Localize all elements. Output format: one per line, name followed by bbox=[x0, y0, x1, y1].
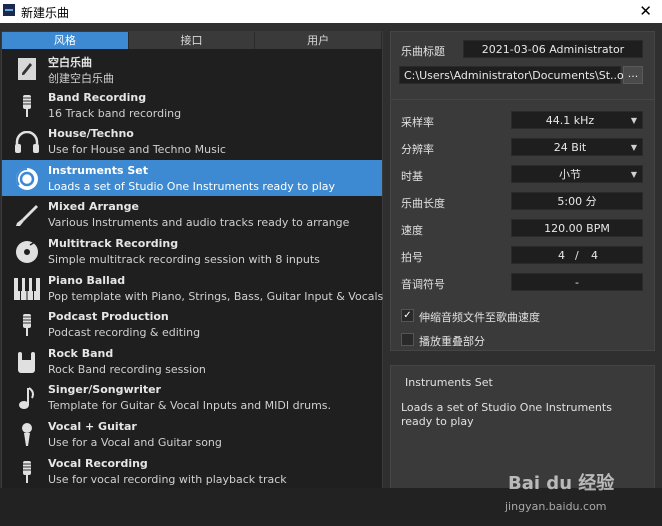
new-song-dialog: 风格 接口 用户 空白乐曲 创建空白乐曲 Band Recording 16 T… bbox=[0, 23, 662, 526]
template-name: Vocal Recording bbox=[48, 456, 148, 470]
chevron-down-icon: ▼ bbox=[630, 170, 637, 179]
rock-hand-icon bbox=[14, 349, 40, 375]
stretch-audio-label: 伸缩音频文件至歌曲速度 bbox=[419, 311, 540, 324]
template-desc: 创建空白乐曲 bbox=[48, 72, 114, 85]
info-title: Instruments Set bbox=[405, 376, 493, 389]
app-icon bbox=[3, 4, 15, 16]
template-item[interactable]: Piano Ballad Pop template with Piano, St… bbox=[2, 270, 384, 307]
template-item[interactable]: Mixed Arrange Various Instruments and au… bbox=[2, 196, 382, 233]
template-name: Podcast Production bbox=[48, 310, 169, 324]
song-path-field[interactable]: C:\Users\Administrator\Documents\St..ong… bbox=[399, 66, 643, 84]
template-item[interactable]: Vocal + Guitar Use for a Vocal and Guita… bbox=[2, 416, 382, 453]
template-item[interactable]: Singer/Songwriter Template for Guitar & … bbox=[2, 379, 382, 416]
template-item[interactable]: Vocal Recording Use for vocal recording … bbox=[2, 453, 382, 490]
brush-icon bbox=[14, 202, 40, 228]
chevron-down-icon: ▼ bbox=[630, 116, 637, 125]
microphone-icon bbox=[14, 459, 40, 485]
template-item[interactable]: Podcast Production Podcast recording & e… bbox=[2, 306, 382, 343]
template-desc: Pop template with Piano, Strings, Bass, … bbox=[48, 289, 384, 303]
template-desc: Podcast recording & editing bbox=[48, 326, 201, 340]
chevron-down-icon: ▼ bbox=[630, 143, 637, 152]
headphones-icon bbox=[14, 129, 40, 155]
template-item[interactable]: Rock Band Rock Band recording session bbox=[2, 343, 382, 380]
play-overlaps-label: 播放重叠部分 bbox=[419, 335, 485, 348]
song-length-input[interactable]: 5:00 分 bbox=[511, 192, 643, 210]
song-settings-panel: 采样率 44.1 kHz ▼ 分辨率 24 Bit ▼ 时基 小节 ▼ 乐曲长度 5:… bbox=[390, 99, 655, 351]
tab-interface[interactable]: 接口 bbox=[129, 32, 256, 49]
music-note-icon bbox=[14, 385, 40, 411]
key-signature-label: 音调符号 bbox=[401, 278, 445, 291]
template-name: Multitrack Recording bbox=[48, 236, 179, 250]
template-name: Instruments Set bbox=[48, 163, 149, 177]
timebase-select[interactable]: 小节 ▼ bbox=[511, 165, 643, 183]
time-signature-label: 拍号 bbox=[401, 251, 423, 264]
watermark-logo: Bai du 经验 bbox=[508, 473, 615, 494]
template-item[interactable]: Multitrack Recording Simple multitrack r… bbox=[2, 233, 382, 270]
template-item[interactable]: 空白乐曲 创建空白乐曲 bbox=[2, 50, 382, 87]
template-desc: 16 Track band recording bbox=[48, 106, 182, 120]
template-name: Singer/Songwriter bbox=[48, 383, 161, 397]
template-desc: Template for Guitar & Vocal Inputs and M… bbox=[48, 399, 332, 413]
studio-one-icon bbox=[14, 166, 40, 192]
microphone-icon bbox=[14, 93, 40, 119]
signature-separator: / bbox=[575, 249, 579, 262]
title-bar: 新建乐曲 ✕ bbox=[0, 0, 662, 23]
blank-song-icon bbox=[14, 56, 40, 82]
microphone-icon bbox=[14, 312, 40, 338]
resolution-select[interactable]: 24 Bit ▼ bbox=[511, 138, 643, 156]
tab-user[interactable]: 用户 bbox=[255, 32, 383, 49]
signature-denominator: 4 bbox=[591, 249, 598, 262]
template-list: 空白乐曲 创建空白乐曲 Band Recording 16 Track band… bbox=[2, 50, 384, 490]
play-overlaps-checkbox[interactable] bbox=[401, 333, 414, 346]
stretch-audio-checkbox[interactable]: ✓ bbox=[401, 309, 414, 322]
template-name: Piano Ballad bbox=[48, 273, 126, 287]
tempo-input[interactable]: 120.00 BPM bbox=[511, 219, 643, 237]
browse-button[interactable]: ... bbox=[623, 66, 643, 84]
song-length-label: 乐曲长度 bbox=[401, 197, 445, 210]
tempo-label: 速度 bbox=[401, 224, 423, 237]
template-desc: Various Instruments and audio tracks rea… bbox=[48, 216, 350, 230]
template-desc: Use for a Vocal and Guitar song bbox=[48, 435, 222, 449]
template-desc: Rock Band recording session bbox=[48, 362, 206, 376]
template-desc: Simple multitrack recording session with… bbox=[48, 252, 320, 266]
sample-rate-select[interactable]: 44.1 kHz ▼ bbox=[511, 111, 643, 129]
piano-keys-icon bbox=[14, 276, 40, 302]
template-name: Band Recording bbox=[48, 90, 147, 104]
tab-bar: 风格 接口 用户 bbox=[2, 32, 383, 49]
template-item[interactable]: Instruments Set Loads a set of Studio On… bbox=[2, 159, 382, 197]
tab-style[interactable]: 风格 bbox=[2, 32, 129, 49]
song-title-label: 乐曲标题 bbox=[401, 45, 445, 58]
signature-numerator: 4 bbox=[558, 249, 565, 262]
time-signature-input[interactable]: 4 / 4 bbox=[511, 246, 643, 264]
close-icon[interactable]: ✕ bbox=[639, 2, 652, 20]
timebase-label: 时基 bbox=[401, 170, 423, 183]
resolution-label: 分辨率 bbox=[401, 143, 434, 156]
template-desc: Loads a set of Studio One Instruments re… bbox=[48, 179, 336, 193]
song-title-input[interactable]: 2021-03-06 Administrator bbox=[463, 40, 643, 58]
info-description: Loads a set of Studio One Instruments re… bbox=[401, 401, 612, 428]
template-name: House/Techno bbox=[48, 127, 134, 141]
template-name: Rock Band bbox=[48, 346, 114, 360]
watermark-url: jingyan.baidu.com bbox=[505, 500, 607, 513]
template-name: 空白乐曲 bbox=[48, 56, 92, 69]
template-name: Vocal + Guitar bbox=[48, 419, 137, 433]
window-title: 新建乐曲 bbox=[21, 6, 70, 20]
template-item[interactable]: House/Techno Use for House and Techno Mu… bbox=[2, 123, 382, 160]
key-signature-input[interactable]: - bbox=[511, 273, 643, 291]
template-desc: Use for House and Techno Music bbox=[48, 143, 226, 157]
template-name: Mixed Arrange bbox=[48, 200, 139, 214]
sample-rate-label: 采样率 bbox=[401, 116, 434, 129]
handheld-mic-icon bbox=[14, 422, 40, 448]
template-item[interactable]: Band Recording 16 Track band recording bbox=[2, 87, 382, 124]
template-pane: 风格 接口 用户 空白乐曲 创建空白乐曲 Band Recording 16 T… bbox=[1, 31, 383, 510]
template-desc: Use for vocal recording with playback tr… bbox=[48, 472, 287, 486]
record-disc-icon bbox=[14, 239, 40, 265]
